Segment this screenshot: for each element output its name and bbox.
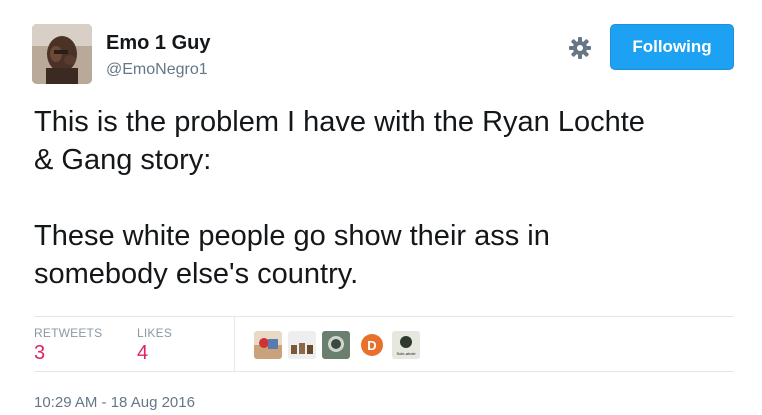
likes-label: LIKES <box>137 326 173 340</box>
liker-avatar[interactable] <box>322 331 350 359</box>
retweets-label: RETWEETS <box>34 326 103 340</box>
following-button[interactable]: Following <box>610 24 734 70</box>
gear-icon[interactable] <box>568 36 592 60</box>
avatar-image <box>32 24 92 84</box>
retweets-stat[interactable]: RETWEETS 3 <box>34 326 102 366</box>
likes-stat[interactable]: LIKES 4 <box>137 326 172 366</box>
liker-avatar[interactable] <box>288 331 316 359</box>
display-name[interactable]: Emo 1 Guy <box>106 32 210 55</box>
tweet-stats: RETWEETS 3 LIKES 4 D Sole-ahole <box>34 316 734 372</box>
tweet-card: Emo 1 Guy @EmoNegro1 Following This is t… <box>0 0 762 415</box>
liker-caption: Sole-ahole <box>396 351 416 356</box>
liker-avatar[interactable]: Sole-ahole <box>392 331 420 359</box>
user-handle[interactable]: @EmoNegro1 <box>106 61 208 79</box>
likes-count: 4 <box>137 342 149 364</box>
stats-divider <box>234 317 235 371</box>
liker-avatar[interactable]: D <box>358 331 386 359</box>
retweets-count: 3 <box>34 342 46 364</box>
user-avatar[interactable] <box>32 24 92 84</box>
tweet-timestamp[interactable]: 10:29 AM - 18 Aug 2016 <box>34 394 195 411</box>
tweet-text: This is the problem I have with the Ryan… <box>34 106 645 290</box>
liker-initial: D <box>367 338 376 353</box>
liker-avatar[interactable] <box>254 331 282 359</box>
